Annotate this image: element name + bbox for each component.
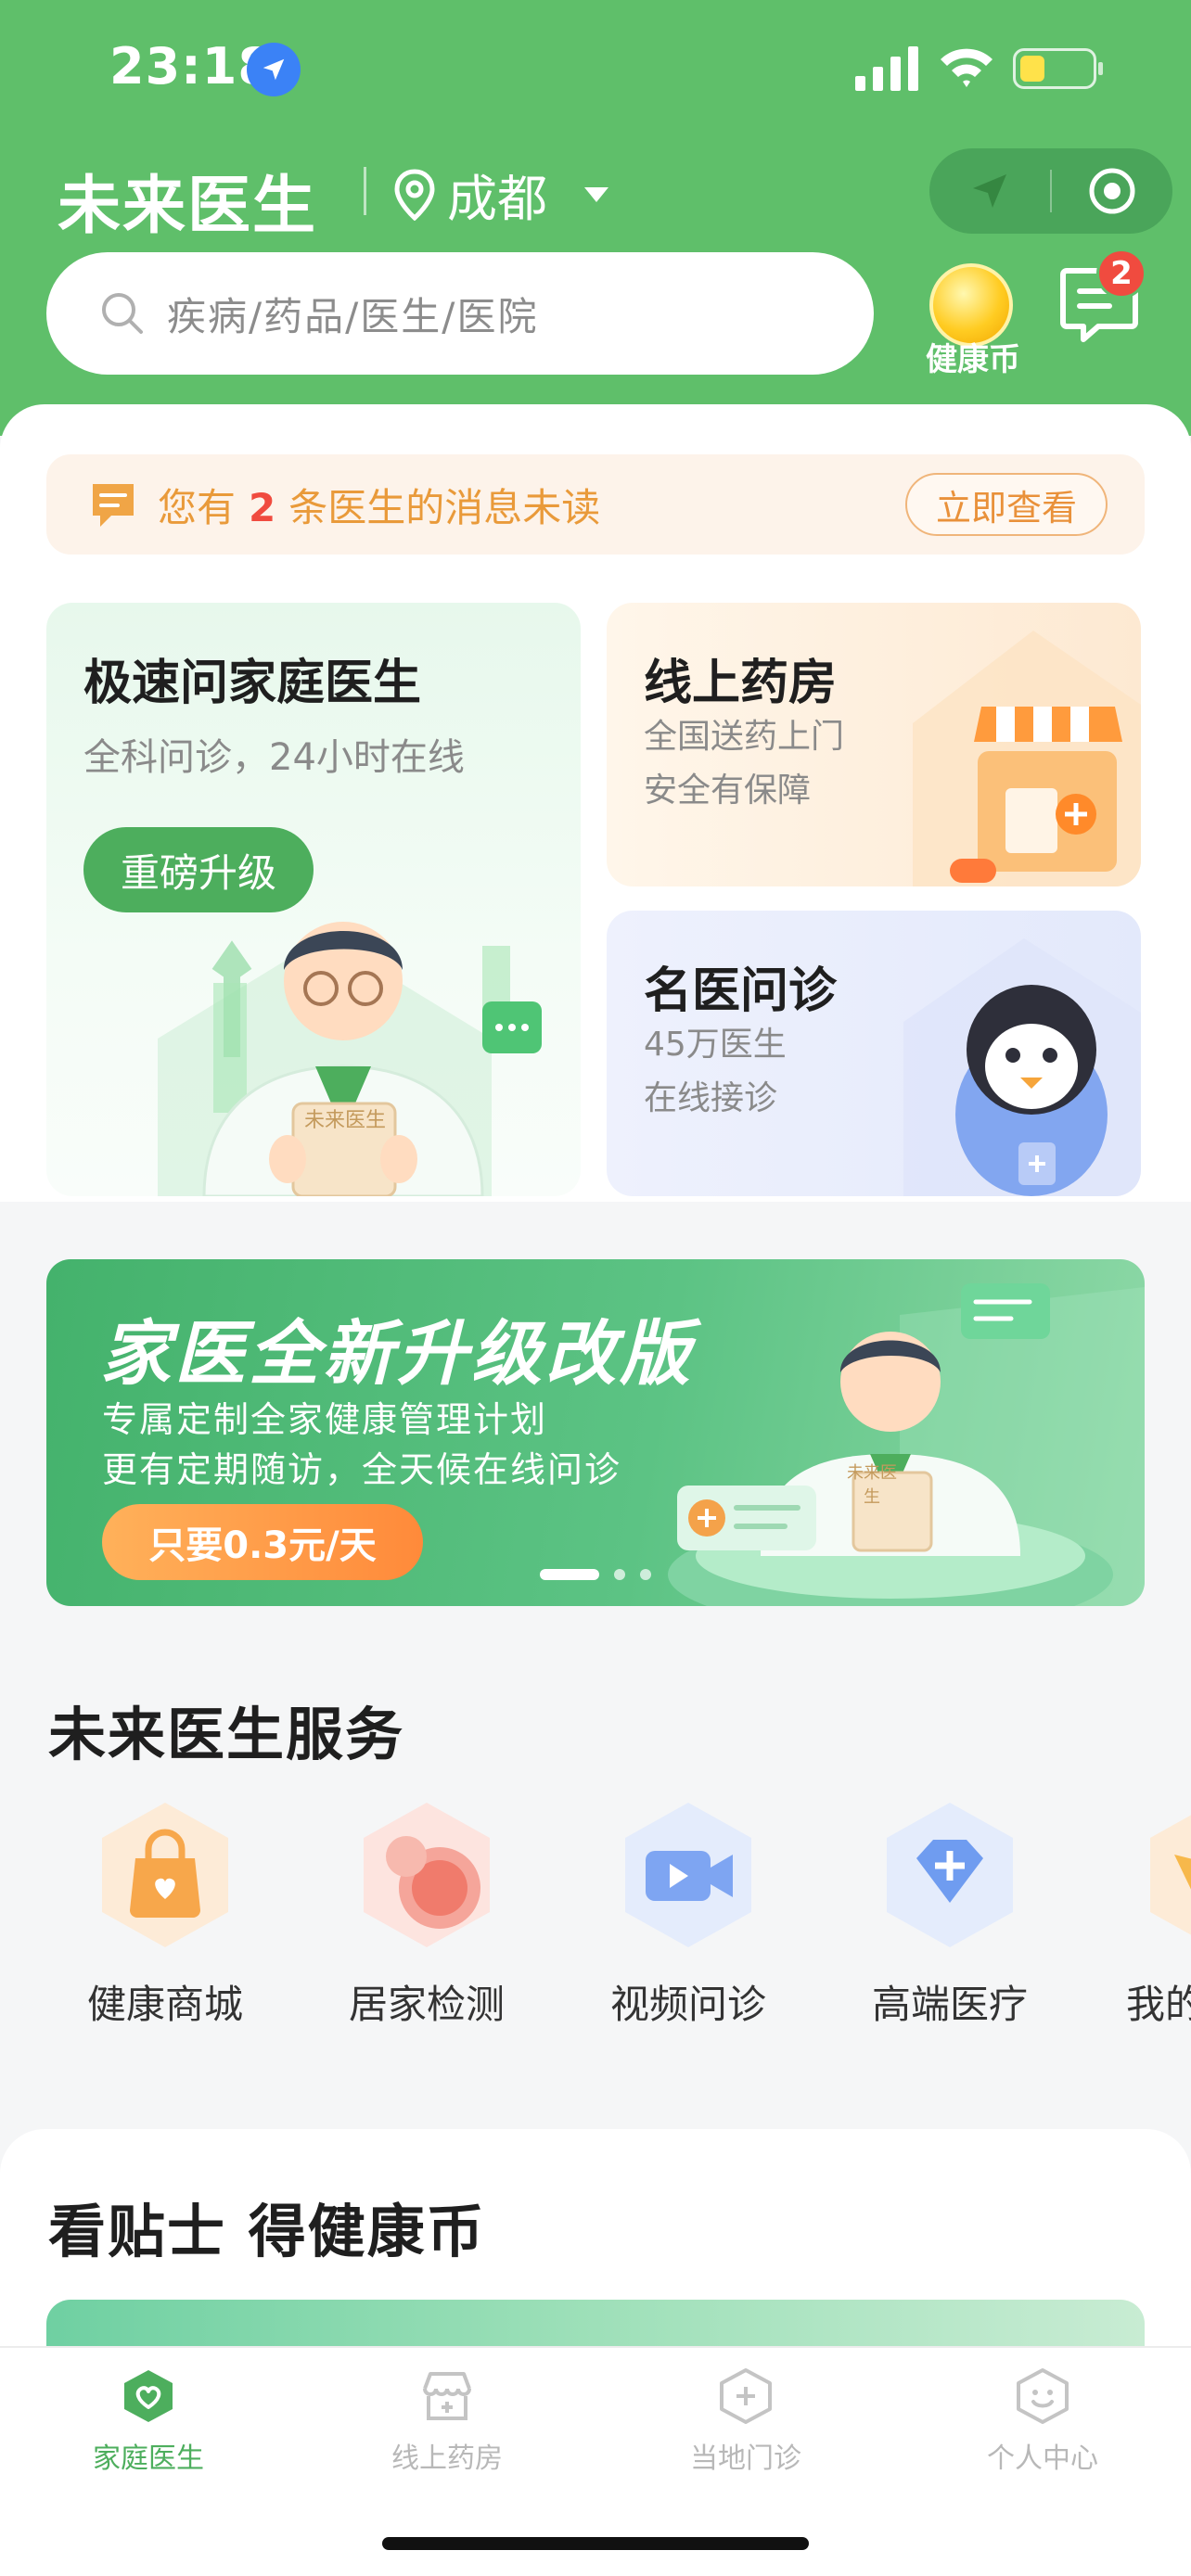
health-coin-label: 健康币 bbox=[926, 341, 1020, 378]
promo-banner[interactable]: 家医全新升级改版 专属定制全家健康管理计划 更有定期随访，全天候在线问诊 只要0… bbox=[46, 1259, 1145, 1606]
tab-family-doctor[interactable]: 家庭医生 bbox=[37, 2366, 260, 2476]
pharmacy-store-icon bbox=[913, 631, 1141, 886]
video-call-icon bbox=[625, 1803, 751, 1947]
famous-doctor-card[interactable]: 名医问诊 45万医生 在线接诊 bbox=[607, 911, 1141, 1196]
diamond-cross-icon bbox=[887, 1803, 1013, 1947]
pharmacy-line2: 安全有保障 bbox=[644, 772, 812, 810]
notice-text: 您有 2 条医生的消息未读 bbox=[158, 484, 601, 530]
famous-doctor-line1: 45万医生 bbox=[644, 1026, 787, 1064]
carousel-dot bbox=[640, 1569, 651, 1580]
tab-label: 家庭医生 bbox=[93, 2442, 204, 2475]
banner-title: 家医全新升级改版 bbox=[100, 1312, 694, 1395]
banner-price-button[interactable]: 只要0.3元/天 bbox=[102, 1504, 423, 1580]
city-selector[interactable]: 成都 bbox=[393, 158, 610, 231]
service-premium-medical[interactable]: 高端医疗 bbox=[848, 1799, 1052, 2030]
pharmacy-line1: 全国送药上门 bbox=[644, 718, 845, 756]
banner-doctor-illustration bbox=[668, 1283, 1145, 1606]
clinic-cross-icon bbox=[720, 2368, 772, 2424]
app-brand: 未来医生 bbox=[58, 170, 318, 243]
tips-title: 看贴士 得健康币 bbox=[48, 2198, 486, 2265]
clipboard-text: 未来医生 bbox=[303, 1109, 386, 1132]
capsule-share-button[interactable] bbox=[929, 148, 1050, 234]
message-square-icon bbox=[93, 484, 134, 527]
location-pin-icon bbox=[394, 168, 435, 221]
tab-label: 线上药房 bbox=[391, 2442, 503, 2475]
services-row: 健康商城 居家检测 视频问诊 高端医疗 我的 bbox=[0, 1799, 1191, 2027]
tab-local-clinic[interactable]: 当地门诊 bbox=[634, 2366, 857, 2476]
tab-profile[interactable]: 个人中心 bbox=[931, 2366, 1154, 2476]
store-icon bbox=[423, 2372, 471, 2420]
partial-icon bbox=[1150, 1815, 1191, 1935]
family-doctor-card[interactable]: 极速问家庭医生 全科问诊，24小时在线 重磅升级 未来医生 bbox=[46, 603, 581, 1196]
banner-line2: 更有定期随访，全天候在线问诊 bbox=[102, 1449, 622, 1490]
health-coin-button[interactable]: 健康币 bbox=[913, 256, 1033, 378]
tab-label: 当地门诊 bbox=[690, 2442, 801, 2475]
view-now-button[interactable]: 立即查看 bbox=[905, 473, 1108, 536]
services-title: 未来医生服务 bbox=[48, 1701, 405, 1768]
service-label: 视频问诊 bbox=[609, 1982, 766, 2027]
home-indicator bbox=[382, 2537, 809, 2550]
message-badge: 2 bbox=[1096, 249, 1146, 299]
search-input[interactable]: 疾病/药品/医生/医院 bbox=[46, 252, 874, 375]
service-label: 居家检测 bbox=[348, 1982, 505, 2027]
shopping-bag-icon bbox=[102, 1803, 228, 1947]
carousel-dot bbox=[614, 1569, 625, 1580]
search-placeholder: 疾病/药品/医生/医院 bbox=[167, 293, 539, 339]
tab-online-pharmacy[interactable]: 线上药房 bbox=[336, 2366, 558, 2476]
mini-program-capsule bbox=[929, 148, 1172, 234]
home-heart-icon bbox=[124, 2370, 173, 2422]
service-video-consult[interactable]: 视频问诊 bbox=[586, 1799, 790, 2030]
notice-count: 2 bbox=[249, 484, 276, 530]
caret-down-icon bbox=[584, 186, 608, 202]
family-doctor-title: 极速问家庭医生 bbox=[83, 656, 422, 711]
target-circle-icon bbox=[1089, 168, 1135, 214]
banner-clipboard-text: 未来医生 bbox=[847, 1463, 897, 1507]
service-label: 我的 bbox=[1126, 1982, 1191, 2027]
famous-doctor-title: 名医问诊 bbox=[644, 963, 838, 1019]
wifi-icon bbox=[941, 48, 992, 87]
service-label: 高端医疗 bbox=[871, 1982, 1028, 2027]
battery-icon bbox=[1013, 48, 1103, 89]
home-test-icon bbox=[364, 1803, 490, 1947]
city-label: 成都 bbox=[447, 170, 547, 228]
tab-label: 个人中心 bbox=[987, 2442, 1098, 2475]
smiley-hex-icon bbox=[1017, 2368, 1069, 2424]
capsule-close-button[interactable] bbox=[1052, 148, 1172, 234]
location-arrow-icon bbox=[247, 43, 301, 96]
pharmacy-title: 线上药房 bbox=[644, 656, 838, 711]
service-label: 健康商城 bbox=[86, 1982, 243, 2027]
banner-line1: 专属定制全家健康管理计划 bbox=[102, 1399, 548, 1440]
penguin-doctor-icon bbox=[903, 938, 1141, 1196]
carousel-dots bbox=[540, 1569, 651, 1580]
search-icon bbox=[102, 293, 143, 334]
carousel-dot-active bbox=[540, 1569, 599, 1580]
service-health-mall[interactable]: 健康商城 bbox=[63, 1799, 267, 2030]
famous-doctor-line2: 在线接诊 bbox=[644, 1079, 778, 1117]
online-pharmacy-card[interactable]: 线上药房 全国送药上门 安全有保障 bbox=[607, 603, 1141, 886]
service-home-test[interactable]: 居家检测 bbox=[325, 1799, 529, 2030]
cellular-signal-icon bbox=[855, 46, 918, 91]
service-mine-partial[interactable]: 我的 bbox=[1109, 1799, 1191, 2030]
unread-notice[interactable]: 您有 2 条医生的消息未读 立即查看 bbox=[46, 454, 1145, 555]
status-bar: 23:18 bbox=[0, 0, 1191, 139]
navigate-arrow-icon bbox=[973, 174, 1006, 208]
header: 23:18 未来医生 成都 疾病/药品/医生/医院 健康币 2 bbox=[0, 0, 1191, 436]
header-divider bbox=[364, 167, 366, 215]
